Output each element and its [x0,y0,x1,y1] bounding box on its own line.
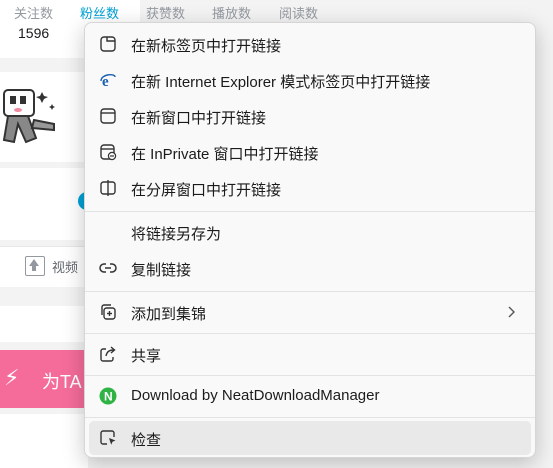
link-icon [99,263,117,273]
menu-item-label: 添加到集锦 [131,306,207,323]
menu-item-open-split-screen[interactable]: 在分屏窗口中打开链接 [89,171,531,205]
menu-item-label: 检查 [131,432,162,449]
menu-item-label: 在 InPrivate 窗口中打开链接 [131,146,319,163]
menu-item-label: Download by NeatDownloadManager [131,387,380,404]
charge-banner-text[interactable]: 为TA [42,368,82,394]
new-window-icon [100,108,116,124]
menu-item-label: 在新标签页中打开链接 [131,38,282,55]
menu-item-share[interactable]: 共享 [89,337,531,371]
inprivate-window-icon [100,144,117,161]
inspect-icon [100,430,116,445]
internet-explorer-icon: e [100,73,116,89]
profile-middle-card [0,168,88,240]
menu-item-label: 在新窗口中打开链接 [131,110,267,127]
split-screen-icon [100,180,116,196]
menu-item-open-ie-mode-tab[interactable]: e 在新 Internet Explorer 模式标签页中打开链接 [89,63,531,97]
menu-item-inspect[interactable]: 检查 [89,421,531,455]
menu-separator [85,417,535,418]
menu-item-open-new-window[interactable]: 在新窗口中打开链接 [89,99,531,133]
menu-separator [85,211,535,212]
chevron-right-icon [508,306,515,318]
stat-plays-label[interactable]: 播放数 [212,3,251,22]
menu-item-label: 在分屏窗口中打开链接 [131,182,282,199]
stat-following-label[interactable]: 关注数 [14,3,53,22]
stat-followers-label[interactable]: 粉丝数 [80,3,119,22]
lightning-icon: ⚡ [4,365,20,390]
cartoon-illustration [2,89,55,144]
stat-likes-label[interactable]: 获赞数 [146,3,185,22]
menu-separator [85,375,535,376]
upload-arrow-stem [32,266,36,271]
upload-video-label[interactable]: 视频 [52,257,78,276]
stat-following-value[interactable]: 1596 [18,25,49,41]
upload-arrow-icon [29,259,39,266]
menu-item-copy-link[interactable]: 复制链接 [89,251,531,285]
share-icon [100,346,116,362]
menu-item-save-link-as[interactable]: 将链接另存为 [89,215,531,249]
collections-icon [101,304,116,320]
new-tab-icon [100,36,116,52]
menu-separator [85,291,535,292]
menu-item-open-new-tab[interactable]: 在新标签页中打开链接 [89,27,531,61]
menu-item-label: 复制链接 [131,262,192,279]
menu-item-label: 将链接另存为 [131,226,222,243]
menu-item-neat-download[interactable]: N Download by NeatDownloadManager [89,379,531,413]
profile-bottom-card [0,414,88,468]
menu-item-label: 在新 Internet Explorer 模式标签页中打开链接 [131,74,431,91]
stat-reads-label[interactable]: 阅读数 [279,3,318,22]
link-context-menu: 在新标签页中打开链接 e 在新 Internet Explorer 模式标签页中… [84,22,536,458]
menu-item-label: 共享 [131,348,162,365]
svg-text:N: N [104,390,113,404]
menu-item-add-to-collections[interactable]: 添加到集锦 [89,295,531,329]
neat-download-manager-icon: N [99,387,117,405]
menu-separator [85,333,535,334]
menu-item-open-inprivate[interactable]: 在 InPrivate 窗口中打开链接 [89,135,531,169]
profile-lower-card [0,306,88,342]
